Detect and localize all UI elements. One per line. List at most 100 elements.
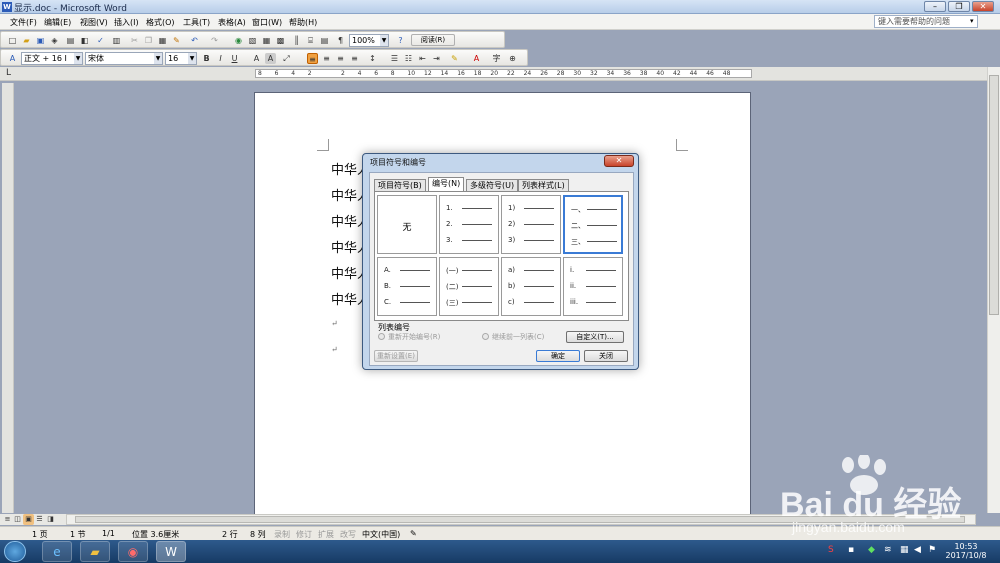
tab-list-styles[interactable]: 列表样式(L): [518, 179, 569, 191]
style-select[interactable]: 正文 + 16 I ▼: [21, 52, 83, 65]
numbering-style-3[interactable]: 一、 二、 三、: [563, 195, 623, 254]
notification-icon[interactable]: ⚑: [928, 545, 936, 555]
phonetic-guide-icon[interactable]: 字: [491, 53, 502, 64]
highlight-icon[interactable]: ✎: [449, 53, 460, 64]
status-extend[interactable]: 扩展: [318, 529, 334, 540]
tab-outline-numbered[interactable]: 多级符号(U): [466, 179, 519, 191]
restart-radio[interactable]: [378, 333, 385, 340]
char-border-icon[interactable]: A: [251, 53, 262, 64]
wifi-icon[interactable]: ≋: [884, 545, 892, 555]
paste-icon[interactable]: ▦: [157, 35, 168, 46]
read-button[interactable]: 阅读(R): [411, 34, 455, 46]
redo-icon[interactable]: ↷: [209, 35, 220, 46]
font-color-icon[interactable]: A: [471, 53, 482, 64]
print-icon[interactable]: ▤: [65, 35, 76, 46]
align-center-icon[interactable]: ≡: [321, 53, 332, 64]
outline-view-icon[interactable]: ☰: [34, 514, 45, 525]
menu-window[interactable]: 窗口(W): [252, 17, 282, 28]
shield-icon[interactable]: ◆: [868, 545, 875, 555]
save-icon[interactable]: ▣: [35, 35, 46, 46]
insert-table-icon[interactable]: ▦: [261, 35, 272, 46]
bold-button[interactable]: B: [201, 53, 212, 64]
menu-view[interactable]: 视图(V): [80, 17, 108, 28]
tray-icon[interactable]: ▪: [848, 545, 854, 555]
dialog-close-button[interactable]: ✕: [604, 155, 634, 167]
underline-button[interactable]: U: [229, 53, 240, 64]
permission-icon[interactable]: ◈: [49, 35, 60, 46]
continue-radio[interactable]: [482, 333, 489, 340]
tab-bullets[interactable]: 项目符号(B): [374, 179, 426, 191]
char-shading-icon[interactable]: A: [265, 53, 276, 64]
insert-excel-icon[interactable]: ▩: [275, 35, 286, 46]
hyperlink-icon[interactable]: ◉: [233, 35, 244, 46]
open-icon[interactable]: ▰: [21, 35, 32, 46]
volume-icon[interactable]: ◀: [914, 545, 921, 555]
vertical-ruler[interactable]: [2, 83, 14, 513]
increase-indent-icon[interactable]: ⇥: [431, 53, 442, 64]
new-icon[interactable]: □: [7, 35, 18, 46]
web-view-icon[interactable]: ◫: [12, 514, 23, 525]
align-left-icon[interactable]: ≡: [307, 53, 318, 64]
ok-button[interactable]: 确定: [536, 350, 580, 362]
bullets-icon[interactable]: ☷: [403, 53, 414, 64]
ask-question-input[interactable]: 键入需要帮助的问题: [874, 15, 978, 28]
zoom-select[interactable]: 100% ▼: [349, 34, 389, 47]
reading-view-icon[interactable]: ◨: [45, 514, 56, 525]
word-taskbar-icon[interactable]: W: [156, 541, 186, 562]
justify-icon[interactable]: ≡: [349, 53, 360, 64]
numbering-style-4[interactable]: A. B. C.: [377, 257, 437, 316]
status-track[interactable]: 修订: [296, 529, 312, 540]
menu-table[interactable]: 表格(A): [218, 17, 246, 28]
styles-icon[interactable]: A: [7, 53, 18, 64]
explorer-icon[interactable]: ▰: [80, 541, 110, 562]
clock[interactable]: 10:53 2017/10/8: [944, 542, 988, 560]
spelling-icon[interactable]: ✓: [95, 35, 106, 46]
minimize-button[interactable]: –: [924, 1, 946, 12]
media-player-icon[interactable]: ◉: [118, 541, 148, 562]
menu-insert[interactable]: 插入(I): [114, 17, 139, 28]
show-hide-icon[interactable]: ¶: [335, 35, 346, 46]
status-record[interactable]: 录制: [274, 529, 290, 540]
print-preview-icon[interactable]: ◧: [79, 35, 90, 46]
close-window-button[interactable]: ✕: [972, 1, 994, 12]
font-select[interactable]: 宋体 ▼: [85, 52, 163, 65]
menu-format[interactable]: 格式(O): [146, 17, 175, 28]
start-button[interactable]: [4, 541, 26, 562]
numbering-style-6[interactable]: a) b) c): [501, 257, 561, 316]
menu-edit[interactable]: 编辑(E): [44, 17, 71, 28]
format-painter-icon[interactable]: ✎: [171, 35, 182, 46]
menu-help[interactable]: 帮助(H): [289, 17, 317, 28]
font-size-select[interactable]: 16 ▼: [165, 52, 197, 65]
customize-button[interactable]: 自定义(T)...: [566, 331, 624, 343]
restore-button[interactable]: ❐: [948, 1, 970, 12]
help-icon[interactable]: ?: [395, 35, 406, 46]
tab-numbering[interactable]: 编号(N): [428, 177, 465, 192]
drawing-icon[interactable]: ⌸: [305, 35, 316, 46]
close-button[interactable]: 关闭: [584, 350, 628, 362]
numbering-style-2[interactable]: 1) 2) 3): [501, 195, 561, 254]
columns-icon[interactable]: ║: [291, 35, 302, 46]
enclose-char-icon[interactable]: ⊕: [507, 53, 518, 64]
numbering-icon[interactable]: ☰: [389, 53, 400, 64]
italic-button[interactable]: I: [215, 53, 226, 64]
numbering-style-0[interactable]: 无: [377, 195, 437, 254]
ie-icon[interactable]: e: [42, 541, 72, 562]
print-layout-icon[interactable]: ▣: [23, 514, 34, 525]
numbering-style-7[interactable]: i. ii. iii.: [563, 257, 623, 316]
chevron-down-icon[interactable]: ▾: [970, 15, 978, 28]
menu-file[interactable]: 文件(F): [10, 17, 37, 28]
menu-tools[interactable]: 工具(T): [183, 17, 210, 28]
spelling-status-icon[interactable]: ✎: [410, 529, 417, 538]
tab-selector-icon[interactable]: L: [6, 68, 11, 78]
document-map-icon[interactable]: ▤: [319, 35, 330, 46]
research-icon[interactable]: ▥: [111, 35, 122, 46]
status-overtype[interactable]: 改写: [340, 529, 356, 540]
line-spacing-icon[interactable]: ↕: [367, 53, 378, 64]
reset-button[interactable]: 重新设置(E): [374, 350, 418, 362]
sogou-icon[interactable]: S: [828, 545, 834, 555]
network-icon[interactable]: ▦: [900, 545, 909, 555]
align-right-icon[interactable]: ≡: [335, 53, 346, 64]
char-scale-icon[interactable]: ⤢: [281, 53, 292, 64]
scroll-thumb[interactable]: [989, 75, 999, 315]
copy-icon[interactable]: ❐: [143, 35, 154, 46]
